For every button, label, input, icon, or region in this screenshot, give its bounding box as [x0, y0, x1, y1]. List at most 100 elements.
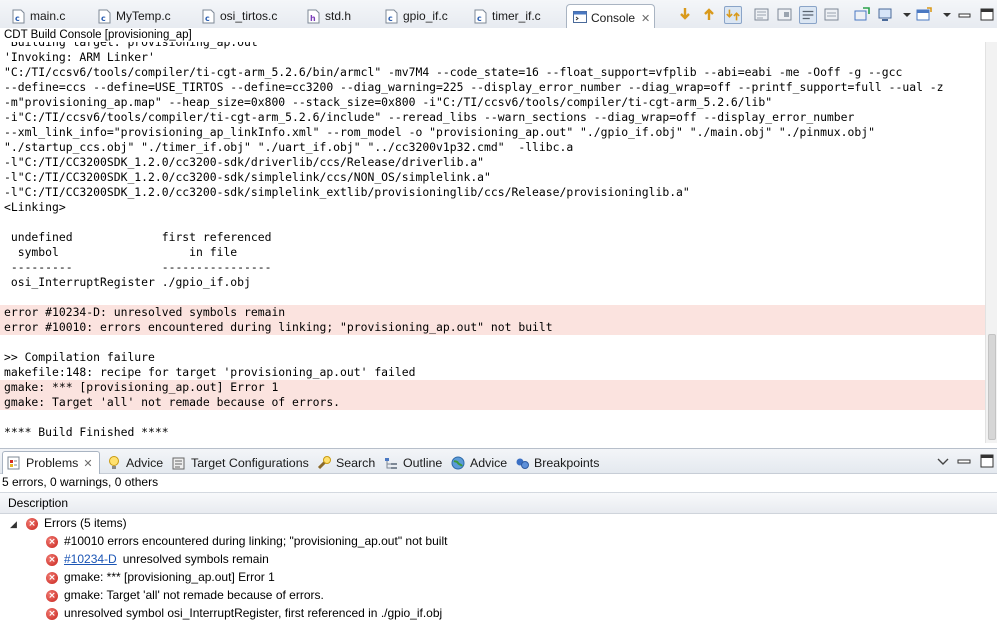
console-dropdown-icon[interactable] — [915, 6, 933, 24]
editor-tab-mytemp-c[interactable]: c MyTemp.c — [92, 4, 171, 28]
word-wrap-icon[interactable] — [799, 6, 817, 24]
views-tab-bar: Problems ✕ Advice Target Configurations Sear… — [0, 448, 997, 474]
problem-row[interactable]: × unresolved symbol osi_InterruptRegister… — [46, 604, 442, 622]
problem-row[interactable]: × gmake: *** [provisioning_ap.out] Error … — [46, 568, 275, 586]
maximize-icon[interactable] — [978, 452, 996, 470]
error-icon: × — [46, 535, 58, 548]
console-title: CDT Build Console [provisioning_ap] — [0, 28, 997, 43]
c-source-file-icon: c — [474, 9, 487, 24]
console-line: **** Build Finished **** — [4, 425, 169, 439]
close-icon[interactable]: ✕ — [641, 12, 650, 25]
maximize-icon[interactable] — [978, 6, 996, 24]
problems-summary: 5 errors, 0 warnings, 0 others — [2, 475, 159, 489]
console-error-line: error #10234-D: unresolved symbols remai… — [0, 305, 985, 320]
problem-description: #10010 errors encountered during linking… — [64, 534, 448, 548]
editor-tab-label: MyTemp.c — [116, 9, 171, 23]
view-tab-label: Target Configurations — [191, 455, 309, 470]
view-tab-problems[interactable]: Problems ✕ — [2, 451, 100, 474]
error-icon: × — [46, 589, 58, 602]
editor-tab-bar: c main.c c MyTemp.c c osi_tirtos.c h std.h c gpio… — [0, 0, 997, 31]
expand-collapse-icon[interactable]: ◢ — [10, 515, 20, 533]
console-line: osi_InterruptRegister ./gpio_if.obj — [4, 275, 251, 289]
scroll-up-icon[interactable] — [700, 6, 718, 24]
problem-row[interactable]: × #10234-D unresolved symbols remain — [46, 550, 269, 568]
errors-group-row[interactable]: ◢ × Errors (5 items) — [10, 514, 127, 532]
lightbulb-icon — [106, 455, 122, 471]
chevron-down-icon[interactable] — [938, 6, 956, 24]
console-scrollbar[interactable] — [985, 42, 997, 443]
editor-tab-main-c[interactable]: c main.c — [6, 4, 65, 28]
close-icon[interactable]: ✕ — [83, 457, 92, 470]
console-line: -i"C:/TI/ccsv6/tools/compiler/ti-cgt-arm… — [4, 110, 855, 124]
c-header-file-icon: h — [307, 9, 320, 24]
view-tab-label: Search — [336, 455, 376, 470]
console-line: --xml_link_info="provisioning_ap_linkInf… — [4, 125, 875, 139]
description-column-header[interactable]: Description — [0, 492, 997, 514]
problem-row[interactable]: × #10010 errors encountered during linkin… — [46, 532, 447, 550]
error-icon: × — [46, 607, 58, 620]
console-line: "./startup_ccs.obj" "./timer_if.obj" "./… — [4, 140, 574, 154]
error-icon: × — [46, 571, 58, 584]
view-tab-breakpoints[interactable]: Breakpoints — [514, 453, 599, 472]
svg-text:c: c — [15, 14, 20, 23]
problem-description: unresolved symbols remain — [122, 552, 269, 566]
scroll-lock-icon[interactable] — [724, 6, 742, 24]
c-source-file-icon: c — [98, 9, 111, 24]
clear-console-icon[interactable] — [753, 6, 771, 24]
problem-description: gmake: *** [provisioning_ap.out] Error 1 — [64, 570, 275, 584]
target-config-icon — [171, 455, 187, 471]
svg-text:c: c — [101, 14, 106, 23]
console-output[interactable]: 'Building target: provisioning_ap.out' 'I… — [0, 42, 985, 443]
editor-tab-timer_if-c[interactable]: c timer_if.c — [468, 4, 541, 28]
globe-icon — [450, 455, 466, 471]
editor-tab-label: main.c — [30, 9, 66, 23]
console-line: "C:/TI/ccsv6/tools/compiler/ti-cgt-arm_5… — [4, 65, 903, 79]
console-error-line: gmake: *** [provisioning_ap.out] Error 1 — [0, 380, 985, 395]
open-console-icon[interactable] — [853, 6, 871, 24]
minimize-icon[interactable] — [955, 452, 973, 470]
display-console-icon[interactable] — [823, 6, 841, 24]
console-line: makefile:148: recipe for target 'provisi… — [4, 365, 416, 379]
view-menu-icon[interactable] — [934, 452, 952, 470]
minimize-icon[interactable] — [956, 6, 974, 24]
error-code-link[interactable]: #10234-D — [64, 552, 117, 566]
editor-tab-console[interactable]: Console ✕ — [566, 4, 656, 31]
svg-text:h: h — [310, 14, 316, 23]
c-source-file-icon: c — [385, 9, 398, 24]
view-tab-target-configurations[interactable]: Target Configurations — [171, 453, 309, 472]
svg-text:c: c — [205, 14, 210, 23]
editor-tab-label: std.h — [325, 9, 352, 23]
problem-row[interactable]: × gmake: Target 'all' not remade because … — [46, 586, 324, 604]
view-tab-advice[interactable]: Advice — [106, 453, 163, 472]
scroll-down-icon[interactable] — [676, 6, 694, 24]
view-tab-outline[interactable]: Outline — [383, 453, 442, 472]
console-error-line: gmake: Target 'all' not remade because o… — [0, 395, 985, 410]
view-tab-label: Outline — [403, 455, 443, 470]
view-tab-search[interactable]: Search — [316, 453, 375, 472]
editor-tab-osi_tirtos-c[interactable]: c osi_tirtos.c — [196, 4, 277, 28]
view-tab-advice[interactable]: Advice — [450, 453, 507, 472]
pin-console-icon[interactable] — [776, 6, 794, 24]
console-lines: 'Building target: provisioning_ap.out' 'I… — [0, 42, 985, 440]
console-line: symbol in file — [4, 245, 238, 259]
console-line: 'Invoking: ARM Linker' — [4, 50, 155, 64]
editor-tab-label: timer_if.c — [492, 9, 541, 23]
svg-text:c: c — [477, 14, 482, 23]
console-scrollbar-thumb[interactable] — [988, 334, 996, 440]
view-tab-label: Advice — [470, 455, 508, 470]
errors-group-label: Errors (5 items) — [44, 516, 127, 530]
outline-icon — [383, 455, 399, 471]
editor-tab-std-h[interactable]: h std.h — [301, 4, 351, 28]
problem-description: unresolved symbol osi_InterruptRegister,… — [64, 606, 443, 620]
chevron-down-icon[interactable] — [898, 6, 916, 24]
new-console-view-icon[interactable] — [877, 6, 895, 24]
editor-tab-label: gpio_if.c — [403, 9, 448, 23]
search-flashlight-icon — [316, 455, 332, 471]
console-error-line: error #10010: errors encountered during … — [0, 320, 985, 335]
view-tab-label: Problems — [26, 456, 79, 470]
console-line: >> Compilation failure — [4, 350, 155, 364]
editor-tab-gpio_if-c[interactable]: c gpio_if.c — [379, 4, 448, 28]
